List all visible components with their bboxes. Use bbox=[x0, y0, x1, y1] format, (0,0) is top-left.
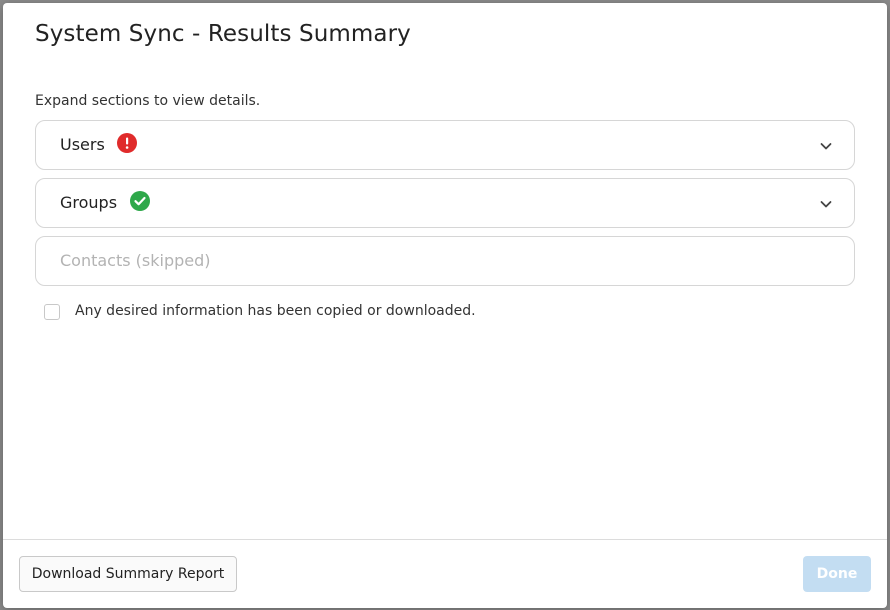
dialog-title: System Sync - Results Summary bbox=[35, 21, 411, 47]
chevron-down-icon[interactable] bbox=[818, 138, 834, 154]
section-users-label: Users bbox=[60, 135, 105, 154]
results-summary-dialog: System Sync - Results Summary Expand sec… bbox=[3, 3, 887, 608]
section-contacts: Contacts (skipped) bbox=[35, 236, 855, 286]
confirmation-label[interactable]: Any desired information has been copied … bbox=[75, 303, 476, 319]
instructions-text: Expand sections to view details. bbox=[35, 93, 261, 109]
download-summary-report-button[interactable]: Download Summary Report bbox=[19, 556, 237, 592]
footer-divider bbox=[3, 539, 887, 540]
done-button[interactable]: Done bbox=[803, 556, 871, 592]
chevron-down-icon[interactable] bbox=[818, 196, 834, 212]
section-users[interactable]: Users bbox=[35, 120, 855, 170]
section-contacts-label: Contacts (skipped) bbox=[60, 251, 211, 270]
exclamation-circle-icon bbox=[117, 133, 137, 153]
section-groups-label: Groups bbox=[60, 193, 118, 212]
confirmation-checkbox[interactable] bbox=[44, 304, 60, 320]
section-groups[interactable]: Groups bbox=[35, 178, 855, 228]
check-circle-icon bbox=[130, 191, 150, 211]
